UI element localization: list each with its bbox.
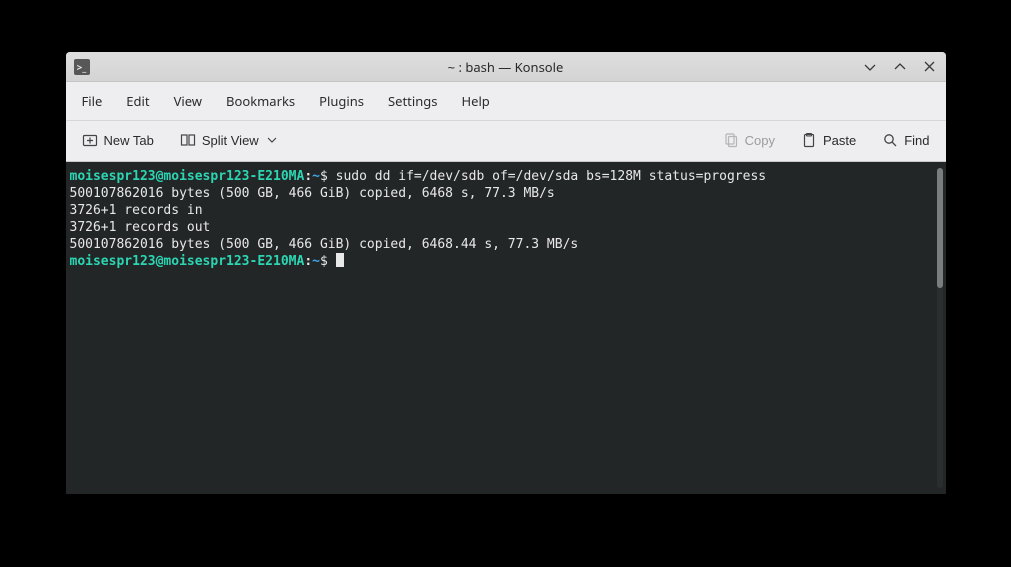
menu-bookmarks[interactable]: Bookmarks: [216, 88, 305, 114]
terminal-area[interactable]: moisespr123@moisespr123-E210MA:~$ sudo d…: [66, 162, 946, 494]
menubar: File Edit View Bookmarks Plugins Setting…: [66, 82, 946, 121]
prompt-symbol-2: $: [320, 254, 328, 269]
scrollbar[interactable]: [937, 168, 943, 488]
split-view-button[interactable]: Split View: [172, 127, 285, 153]
app-icon: >_: [74, 59, 90, 75]
konsole-window: >_ ~ : bash — Konsole File Edit View Boo…: [66, 52, 946, 494]
new-tab-button[interactable]: New Tab: [74, 127, 162, 153]
copy-button[interactable]: Copy: [715, 127, 783, 153]
window-title: ~ : bash — Konsole: [448, 58, 564, 76]
prompt-user-host: moisespr123@moisespr123-E210MA: [70, 169, 305, 184]
prompt-path: ~: [312, 169, 320, 184]
output-line-1: 500107862016 bytes (500 GB, 466 GiB) cop…: [70, 186, 555, 201]
paste-button[interactable]: Paste: [793, 127, 864, 153]
copy-label: Copy: [745, 133, 775, 148]
menu-view[interactable]: View: [164, 88, 212, 114]
menu-settings[interactable]: Settings: [378, 88, 447, 114]
prompt-user-host-2: moisespr123@moisespr123-E210MA: [70, 254, 305, 269]
prompt-path-2: ~: [312, 254, 320, 269]
titlebar[interactable]: >_ ~ : bash — Konsole: [66, 52, 946, 82]
split-view-label: Split View: [202, 133, 259, 148]
menu-file[interactable]: File: [72, 88, 113, 114]
scrollbar-thumb[interactable]: [937, 168, 943, 288]
menu-help[interactable]: Help: [451, 88, 499, 114]
output-line-2: 3726+1 records in: [70, 203, 203, 218]
window-controls: [862, 59, 938, 75]
find-button[interactable]: Find: [874, 127, 937, 153]
close-button[interactable]: [922, 59, 938, 75]
paste-icon: [801, 132, 817, 148]
minimize-button[interactable]: [862, 59, 878, 75]
new-tab-label: New Tab: [104, 133, 154, 148]
prompt-separator-2: :: [304, 254, 312, 269]
toolbar: New Tab Split View Copy Paste: [66, 121, 946, 162]
terminal-content[interactable]: moisespr123@moisespr123-E210MA:~$ sudo d…: [66, 162, 946, 280]
menu-edit[interactable]: Edit: [116, 88, 159, 114]
split-view-icon: [180, 132, 196, 148]
copy-icon: [723, 132, 739, 148]
prompt-symbol: $: [320, 169, 328, 184]
find-icon: [882, 132, 898, 148]
prompt-separator: :: [304, 169, 312, 184]
find-label: Find: [904, 133, 929, 148]
paste-label: Paste: [823, 133, 856, 148]
maximize-button[interactable]: [892, 59, 908, 75]
chevron-down-icon: [267, 135, 277, 145]
menu-plugins[interactable]: Plugins: [309, 88, 374, 114]
terminal-cursor: [336, 253, 344, 267]
output-line-4: 500107862016 bytes (500 GB, 466 GiB) cop…: [70, 237, 579, 252]
command-line-1: sudo dd if=/dev/sdb of=/dev/sda bs=128M …: [336, 169, 766, 184]
new-tab-icon: [82, 132, 98, 148]
output-line-3: 3726+1 records out: [70, 220, 211, 235]
